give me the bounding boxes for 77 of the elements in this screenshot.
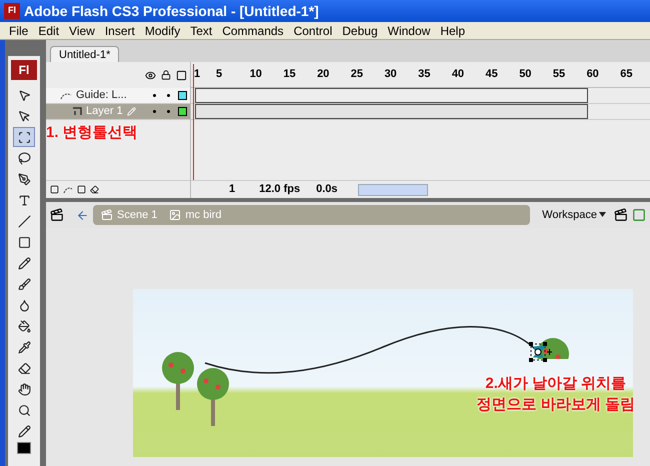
workspace-button[interactable]: Workspace bbox=[538, 206, 610, 224]
eyedropper-icon bbox=[18, 340, 30, 354]
menu-item[interactable]: Modify bbox=[140, 22, 186, 40]
current-frame: 1 bbox=[229, 181, 236, 198]
layer-name: Layer 1 bbox=[86, 104, 123, 120]
edit-scene-icon[interactable] bbox=[614, 208, 628, 222]
menu-item[interactable]: Window bbox=[382, 22, 436, 40]
lasso-icon bbox=[18, 152, 30, 164]
eye-icon[interactable] bbox=[145, 70, 156, 80]
frame-number: 45 bbox=[486, 67, 499, 82]
tween-span[interactable] bbox=[195, 104, 588, 119]
layer-row[interactable]: Guide: L... bbox=[46, 88, 190, 104]
elapsed-time: 0.0s bbox=[316, 182, 338, 198]
frame-number: 40 bbox=[452, 67, 466, 82]
document-tab[interactable]: Untitled-1* bbox=[50, 46, 120, 62]
tween-span[interactable] bbox=[195, 88, 588, 103]
menu-item[interactable]: View bbox=[64, 22, 100, 40]
app-logo: Fl bbox=[4, 3, 20, 19]
frame-number: 65 bbox=[620, 67, 634, 82]
menu-item[interactable]: Control bbox=[288, 22, 338, 40]
caret-icon bbox=[599, 212, 606, 218]
annotation-text: 2.새가 날아갈 위치를 정면으로 바라보게 돌림 bbox=[476, 374, 635, 415]
frame-number: 15 bbox=[283, 67, 297, 82]
transform-icon bbox=[18, 130, 30, 144]
pencil-icon bbox=[126, 107, 136, 116]
line-icon bbox=[18, 214, 30, 228]
layer-color-swatch[interactable] bbox=[178, 107, 187, 116]
frame-number: 1 bbox=[193, 67, 202, 82]
frame-number: 5 bbox=[216, 67, 224, 82]
hand-icon bbox=[18, 382, 30, 396]
zoom-icon bbox=[18, 404, 30, 416]
menu-item[interactable]: Text bbox=[185, 22, 218, 40]
menu-item[interactable]: Debug bbox=[337, 22, 383, 40]
guide-layer-icon bbox=[60, 92, 72, 100]
frame-rate[interactable]: 12.0 fps bbox=[259, 181, 300, 198]
menu-item[interactable]: Commands bbox=[217, 22, 289, 40]
outline-icon[interactable] bbox=[176, 70, 187, 80]
tree-drawing bbox=[161, 351, 195, 411]
frame-number: 55 bbox=[552, 67, 566, 82]
brush-icon bbox=[18, 278, 30, 290]
window-title: Adobe Flash CS3 Professional - [Untitled-1*] bbox=[24, 2, 319, 21]
layer-color-swatch[interactable] bbox=[178, 91, 187, 100]
paint-bucket-icon bbox=[18, 320, 30, 332]
frame-number: 35 bbox=[418, 67, 432, 82]
frame-number: 10 bbox=[250, 67, 263, 82]
flash-logo: Fl bbox=[11, 60, 37, 80]
add-guide-icon[interactable] bbox=[63, 186, 73, 194]
rectangle-icon bbox=[18, 236, 30, 248]
layer-name: Guide: L... bbox=[76, 88, 127, 104]
scene-icon bbox=[101, 209, 113, 221]
pen-icon bbox=[18, 172, 30, 186]
tool-button[interactable] bbox=[13, 127, 35, 147]
menu-item[interactable]: Insert bbox=[100, 22, 140, 40]
stroke-color-icon bbox=[18, 424, 30, 438]
pointer-icon bbox=[18, 110, 30, 122]
new-layer-icon[interactable] bbox=[50, 185, 59, 194]
menu-item[interactable]: Edit bbox=[33, 22, 64, 40]
arrow-icon bbox=[18, 88, 30, 102]
lock-icon[interactable] bbox=[161, 70, 171, 80]
guided-layer-icon bbox=[72, 107, 82, 116]
text-tool-icon bbox=[18, 194, 30, 206]
annotation-text: 1. 변형툴선택 bbox=[46, 123, 138, 143]
frame-number: 20 bbox=[317, 67, 330, 82]
frame-number: 30 bbox=[384, 67, 398, 82]
fill-color-swatch[interactable] bbox=[17, 442, 31, 454]
menu-item[interactable]: File bbox=[4, 22, 34, 40]
symbol-icon bbox=[169, 209, 182, 221]
pencil-icon bbox=[18, 256, 30, 270]
tree-drawing bbox=[196, 367, 230, 427]
frame-number: 60 bbox=[586, 67, 600, 82]
back-arrow-icon[interactable] bbox=[76, 208, 89, 222]
menu-item[interactable]: Help bbox=[435, 22, 470, 40]
eraser-icon bbox=[18, 362, 30, 374]
timeline-toggle-icon[interactable] bbox=[50, 208, 64, 222]
scrollbar[interactable] bbox=[358, 184, 428, 196]
frame-number: 25 bbox=[350, 67, 364, 82]
frame-number: 50 bbox=[519, 67, 532, 82]
